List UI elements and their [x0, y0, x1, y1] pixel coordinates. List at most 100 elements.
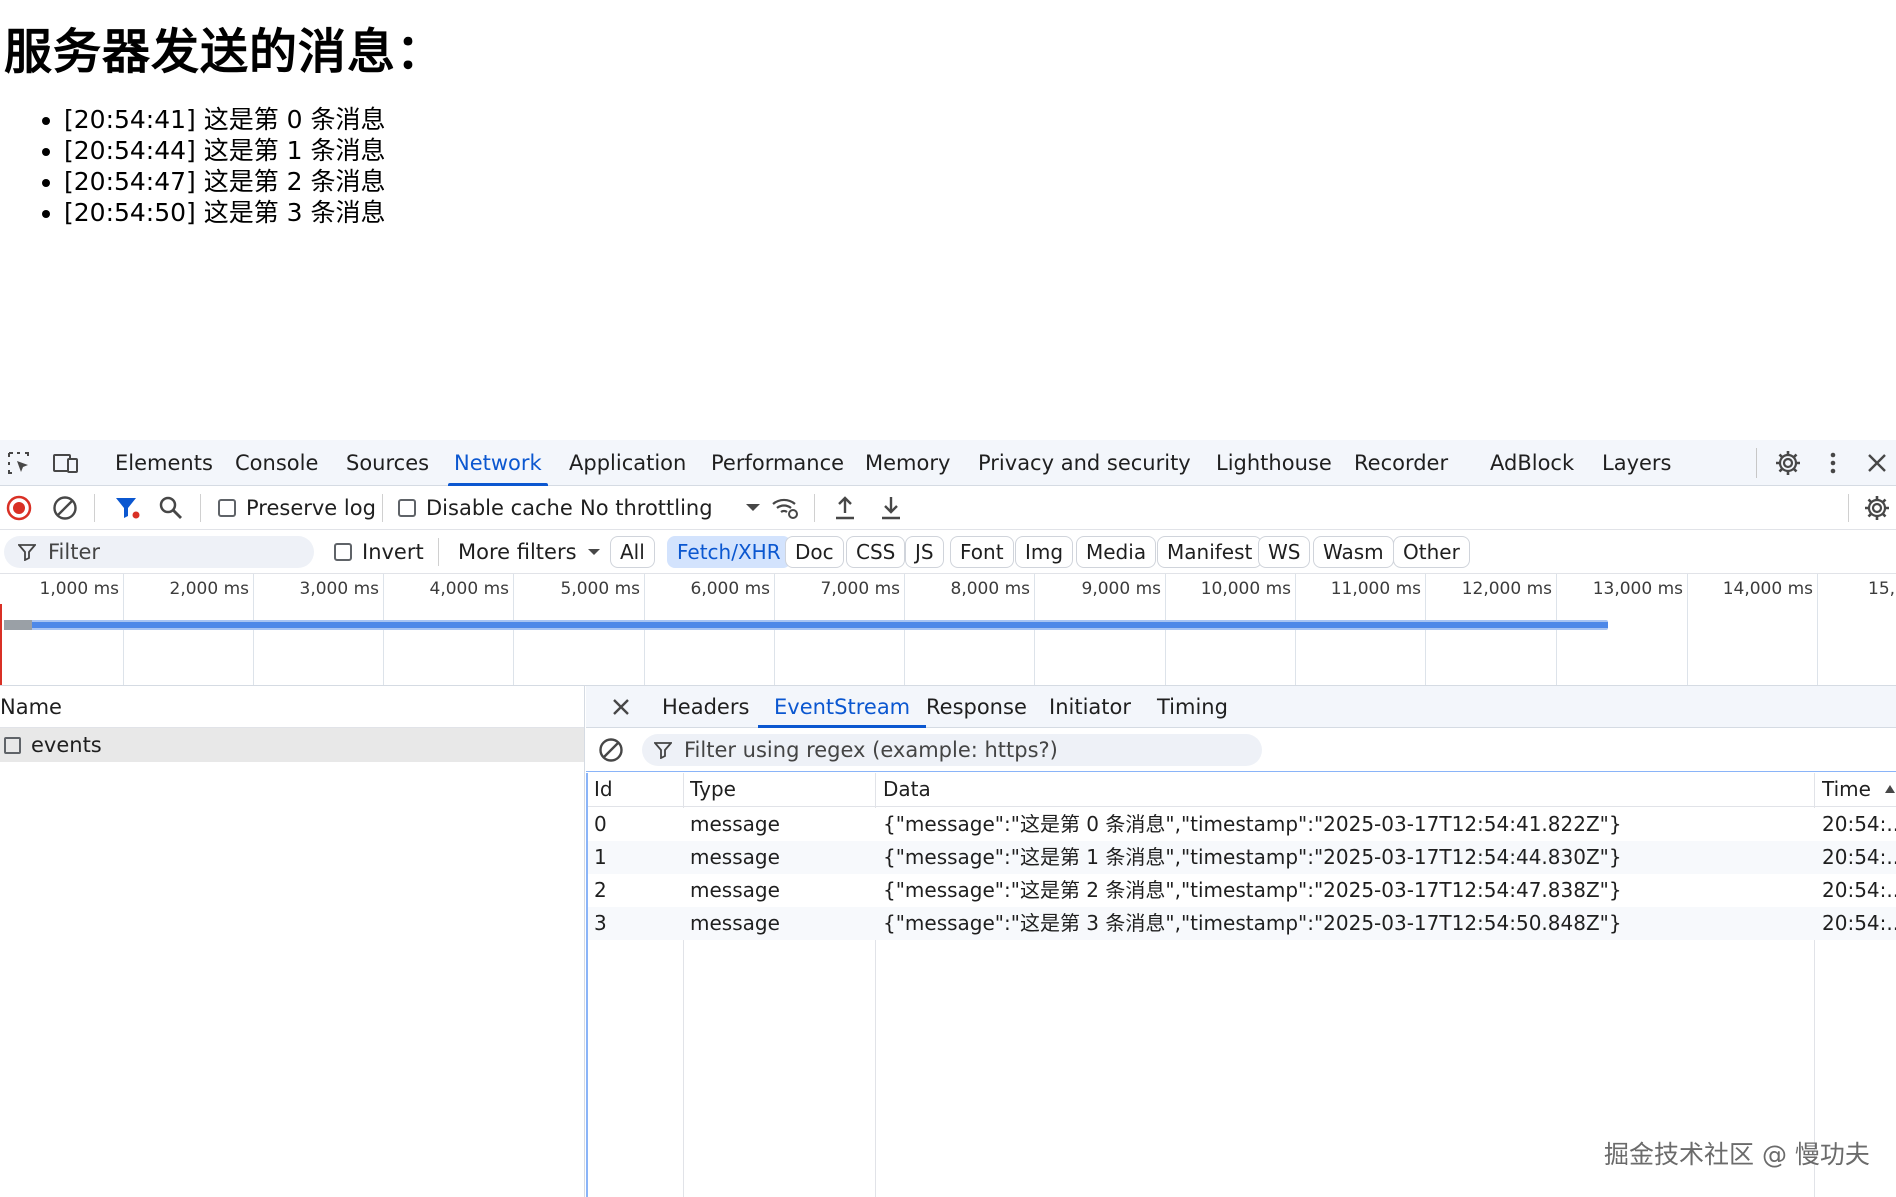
tab-recorder[interactable]: Recorder — [1354, 440, 1448, 486]
tab-layers[interactable]: Layers — [1602, 440, 1672, 486]
tab-eventstream[interactable]: EventStream — [757, 686, 927, 728]
tab-initiator[interactable]: Initiator — [1049, 686, 1131, 728]
funnel-icon — [18, 543, 36, 561]
table-row[interactable]: 3 message {"message":"这是第 3 条消息","timest… — [588, 907, 1896, 940]
preserve-log-label: Preserve log — [246, 496, 376, 520]
more-options-icon[interactable] — [1818, 448, 1848, 478]
tab-network[interactable]: Network — [448, 440, 548, 486]
load-event-marker — [0, 604, 2, 685]
inspect-element-icon[interactable] — [4, 448, 34, 478]
event-id: 2 — [594, 878, 607, 902]
regex-placeholder: Filter using regex (example: https?) — [684, 738, 1058, 762]
type-filter-doc[interactable]: Doc — [785, 536, 844, 568]
timeline-tick: 9,000 ms — [1035, 574, 1166, 685]
preserve-log-checkbox[interactable]: Preserve log — [218, 486, 376, 530]
network-conditions-icon[interactable] — [770, 493, 800, 523]
table-row[interactable]: 1 message {"message":"这是第 1 条消息","timest… — [588, 841, 1896, 874]
tab-lighthouse[interactable]: Lighthouse — [1216, 440, 1332, 486]
record-stop-icon[interactable] — [4, 493, 34, 523]
timeline-tick: 2,000 ms — [124, 574, 254, 685]
checkbox-box — [334, 543, 352, 561]
throttling-select[interactable]: No throttling — [580, 486, 761, 530]
type-filter-js[interactable]: JS — [905, 536, 944, 568]
tab-headers[interactable]: Headers — [662, 686, 749, 728]
import-har-icon[interactable] — [830, 493, 860, 523]
event-type: message — [690, 878, 780, 902]
close-detail-icon[interactable] — [606, 692, 636, 722]
event-data: {"message":"这是第 2 条消息","timestamp":"2025… — [883, 878, 1622, 902]
name-column-header[interactable]: Name — [0, 686, 584, 728]
timeline-tick: 3,000 ms — [254, 574, 384, 685]
message-item: [20:54:41] 这是第 0 条消息 — [64, 104, 386, 135]
timeline-tick: 1,000 ms — [0, 574, 124, 685]
export-har-icon[interactable] — [876, 493, 906, 523]
timeline-tick: 5,000 ms — [514, 574, 645, 685]
search-icon[interactable] — [156, 493, 186, 523]
type-filter-media[interactable]: Media — [1076, 536, 1157, 568]
event-type: message — [690, 845, 780, 869]
clear-events-icon[interactable] — [596, 735, 626, 765]
type-filter-img[interactable]: Img — [1015, 536, 1074, 568]
type-filter-font[interactable]: Font — [950, 536, 1014, 568]
filter-input[interactable]: Filter — [4, 536, 314, 568]
column-header-type[interactable]: Type — [690, 777, 736, 801]
network-settings-gear-icon[interactable] — [1862, 493, 1892, 523]
waterfall-start — [4, 620, 32, 630]
filter-bar: Filter Invert More filters All Fetch/XHR… — [0, 530, 1896, 574]
chevron-down-icon — [587, 548, 601, 557]
type-filter-ws[interactable]: WS — [1258, 536, 1311, 568]
more-filters-label: More filters — [458, 540, 577, 564]
column-header-time[interactable]: Time — [1822, 777, 1871, 801]
column-header-data[interactable]: Data — [883, 777, 931, 801]
tab-adblock[interactable]: AdBlock — [1490, 440, 1574, 486]
event-id: 1 — [594, 845, 607, 869]
event-type: message — [690, 911, 780, 935]
type-filter-css[interactable]: CSS — [846, 536, 906, 568]
event-time: 20:54:... — [1822, 845, 1896, 869]
event-data: {"message":"这是第 0 条消息","timestamp":"2025… — [883, 812, 1622, 836]
request-checkbox[interactable] — [4, 736, 21, 754]
network-overview[interactable]: 1,000 ms 2,000 ms 3,000 ms 4,000 ms 5,00… — [0, 574, 1896, 686]
tab-performance[interactable]: Performance — [711, 440, 844, 486]
device-toolbar-icon[interactable] — [50, 448, 80, 478]
type-filter-other[interactable]: Other — [1393, 536, 1470, 568]
more-filters-dropdown[interactable]: More filters — [458, 530, 601, 574]
table-header: Id Type Data Time — [588, 773, 1896, 807]
column-header-id[interactable]: Id — [594, 777, 613, 801]
tab-elements[interactable]: Elements — [115, 440, 213, 486]
type-filter-manifest[interactable]: Manifest — [1157, 536, 1263, 568]
page-content: 服务器发送的消息： [20:54:41] 这是第 0 条消息 [20:54:44… — [0, 0, 1896, 440]
disable-cache-label: Disable cache — [426, 496, 573, 520]
gear-icon[interactable] — [1773, 448, 1803, 478]
page-heading: 服务器发送的消息： — [4, 24, 446, 80]
filter-icon[interactable] — [112, 493, 142, 523]
timeline-tick: 11,000 ms — [1296, 574, 1426, 685]
request-row[interactable]: events — [0, 728, 584, 762]
event-id: 0 — [594, 812, 607, 836]
table-row[interactable]: 0 message {"message":"这是第 0 条消息","timest… — [588, 808, 1896, 841]
request-list: Name events — [0, 686, 585, 1197]
event-data: {"message":"这是第 3 条消息","timestamp":"2025… — [883, 911, 1622, 935]
tab-console[interactable]: Console — [235, 440, 318, 486]
regex-filter-input[interactable]: Filter using regex (example: https?) — [642, 734, 1262, 766]
clear-icon[interactable] — [50, 493, 80, 523]
invert-label: Invert — [362, 540, 424, 564]
type-filter-all[interactable]: All — [610, 536, 655, 568]
tab-sources[interactable]: Sources — [346, 440, 429, 486]
tab-response[interactable]: Response — [926, 686, 1027, 728]
tab-timing[interactable]: Timing — [1157, 686, 1228, 728]
type-filter-fetch-xhr[interactable]: Fetch/XHR — [667, 536, 791, 568]
tab-application[interactable]: Application — [569, 440, 686, 486]
table-row[interactable]: 2 message {"message":"这是第 2 条消息","timest… — [588, 874, 1896, 907]
type-filter-wasm[interactable]: Wasm — [1313, 536, 1394, 568]
close-icon[interactable] — [1862, 448, 1892, 478]
message-list: [20:54:41] 这是第 0 条消息 [20:54:44] 这是第 1 条消… — [64, 104, 386, 228]
waterfall-bar — [4, 620, 1608, 630]
sort-ascending-icon[interactable] — [1884, 784, 1896, 794]
disable-cache-checkbox[interactable]: Disable cache — [398, 486, 573, 530]
invert-checkbox[interactable]: Invert — [334, 530, 424, 574]
eventstream-table: Id Type Data Time 0 message {"message":"… — [586, 773, 1896, 1197]
timeline-tick: 8,000 ms — [905, 574, 1035, 685]
tab-memory[interactable]: Memory — [865, 440, 950, 486]
tab-privacy-security[interactable]: Privacy and security — [978, 440, 1191, 486]
